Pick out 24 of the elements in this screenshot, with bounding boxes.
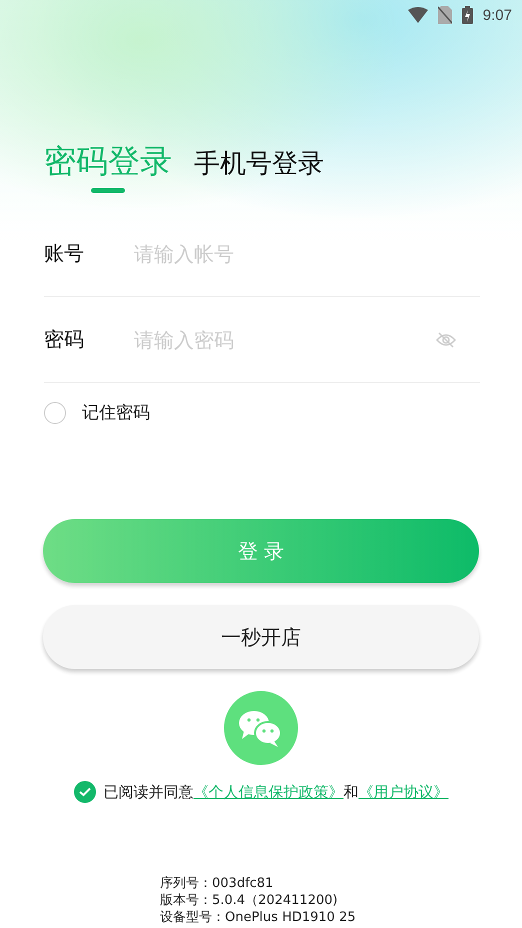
login-tab[interactable]: 密码登录 (44, 142, 172, 180)
remember-checkbox[interactable] (44, 402, 66, 424)
open-store-button[interactable]: 一秒开店 (43, 605, 479, 670)
chat-bubbles-icon[interactable] (224, 691, 298, 766)
remember-label: 记住密码 (82, 402, 150, 424)
checkmark-icon (78, 787, 90, 798)
field-label: 密码 (44, 326, 85, 354)
agreement-text: 已阅读并同意 (104, 782, 194, 802)
user-agreement-link[interactable]: 《用户协议》 (358, 782, 448, 802)
field-label: 账号 (44, 240, 85, 268)
battery-charging-icon (462, 6, 473, 24)
no-sim-icon (438, 6, 452, 24)
tab-indicator (91, 188, 125, 194)
device-info-text: 版本号：5.0.4（202411200) (160, 892, 339, 910)
eye-off-icon[interactable] (436, 332, 456, 348)
agree-checkbox[interactable] (74, 781, 96, 804)
privacy-policy-link[interactable]: 《个人信息保护政策》 (194, 782, 344, 802)
wifi-icon (408, 7, 428, 23)
agreement-text: 和 (344, 782, 358, 802)
status-time: 9:07 (482, 6, 512, 24)
device-info-text: 设备型号：OnePlus HD1910 25 (160, 909, 356, 926)
device-info-text: 序列号：003dfc81 (160, 875, 274, 892)
login-tab[interactable]: 手机号登录 (194, 149, 324, 180)
login-button[interactable]: 登 录 (43, 519, 479, 584)
